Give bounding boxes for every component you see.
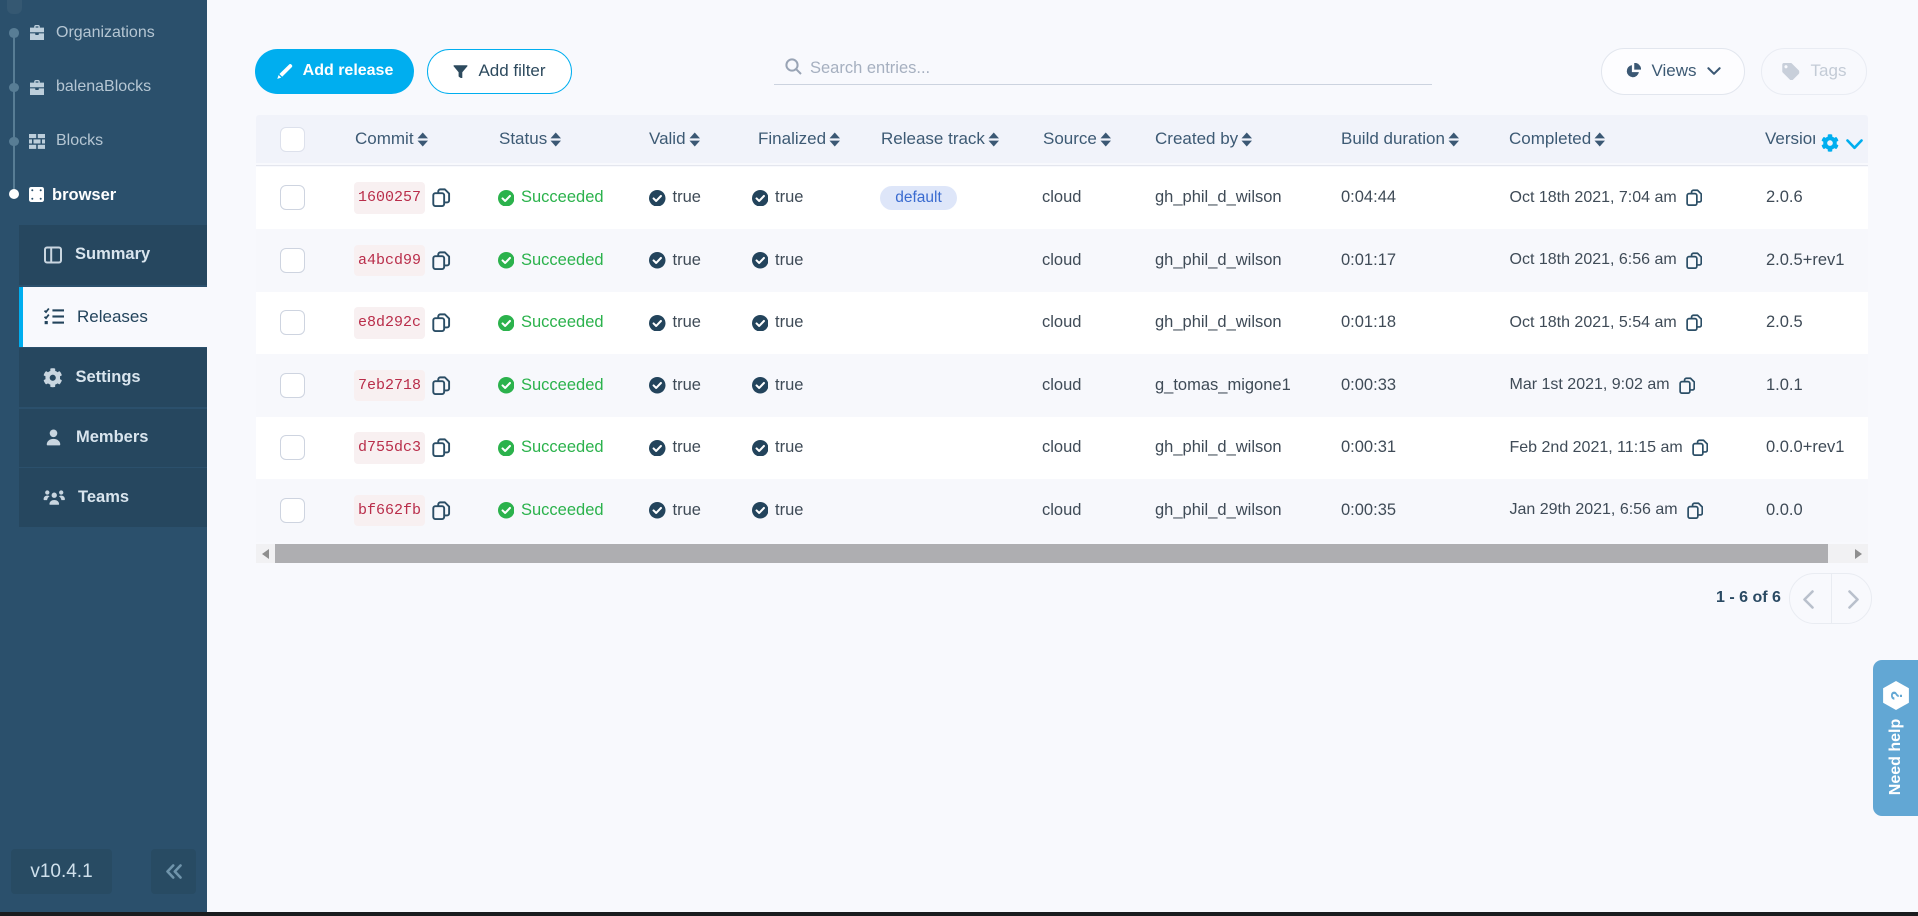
svg-text:?: ? — [1887, 690, 1905, 700]
